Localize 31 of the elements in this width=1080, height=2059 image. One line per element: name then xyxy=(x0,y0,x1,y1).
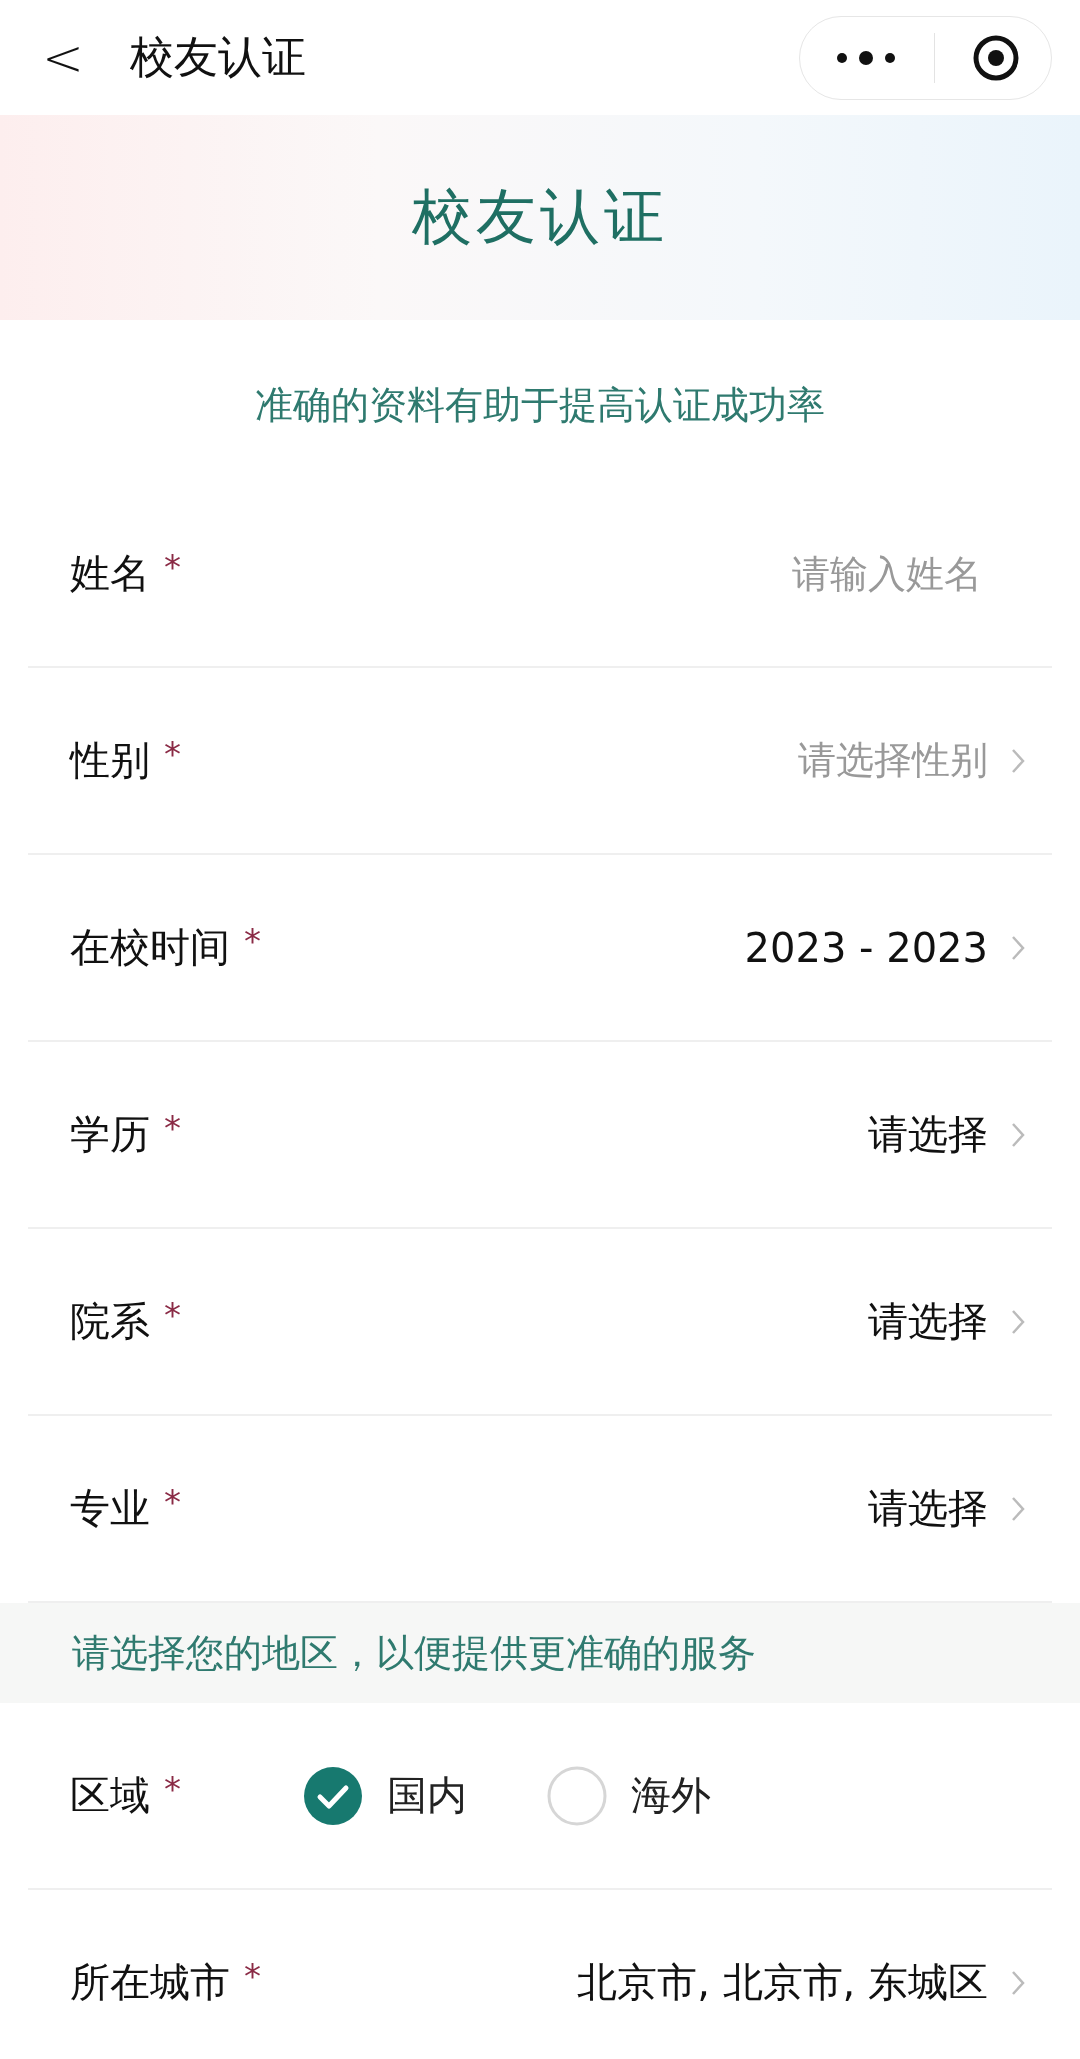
field-label: 性别 xyxy=(70,736,150,785)
select-value[interactable]: 请选择 xyxy=(868,1481,988,1536)
field-label: 姓名 xyxy=(70,549,150,598)
subtitle: 准确的资料有助于提高认证成功率 xyxy=(254,382,826,429)
field-label: 学历 xyxy=(70,1110,150,1159)
select-value[interactable]: 请选择 xyxy=(868,1107,988,1162)
field-label: 专业 xyxy=(70,1484,150,1533)
required-mark: * xyxy=(164,1768,181,1809)
select-value[interactable]: 2023 - 2023 xyxy=(744,924,988,971)
nav-title: 校友认证 xyxy=(129,30,307,84)
field-label: 在校时间 xyxy=(70,923,230,972)
required-mark: * xyxy=(164,1481,181,1522)
required-mark: * xyxy=(164,1294,181,1335)
required-mark: * xyxy=(244,920,261,961)
field-label: 区域 xyxy=(70,1771,150,1820)
field-label: 所在城市 xyxy=(70,1958,230,2007)
required-mark: * xyxy=(164,546,181,587)
select-value[interactable]: 请选择 xyxy=(868,1294,988,1349)
input-field[interactable]: 请输入姓名 xyxy=(181,550,984,597)
select-value[interactable]: 北京市, 北京市, 东城区 xyxy=(577,1955,988,2010)
page-title: 校友认证 xyxy=(412,180,668,253)
radio-label[interactable]: 海外 xyxy=(631,1768,711,1823)
radio-unchecked-icon[interactable] xyxy=(547,1765,607,1826)
required-mark: * xyxy=(164,1107,181,1148)
required-mark: * xyxy=(164,733,181,774)
back-button[interactable]: < xyxy=(36,28,90,87)
field-label: 院系 xyxy=(70,1297,150,1346)
required-mark: * xyxy=(244,1955,261,1996)
radio-checked-icon[interactable] xyxy=(303,1765,363,1826)
radio-label[interactable]: 国内 xyxy=(387,1768,467,1823)
region-note: 请选择您的地区，以便提供更准确的服务 xyxy=(0,1603,1080,1703)
